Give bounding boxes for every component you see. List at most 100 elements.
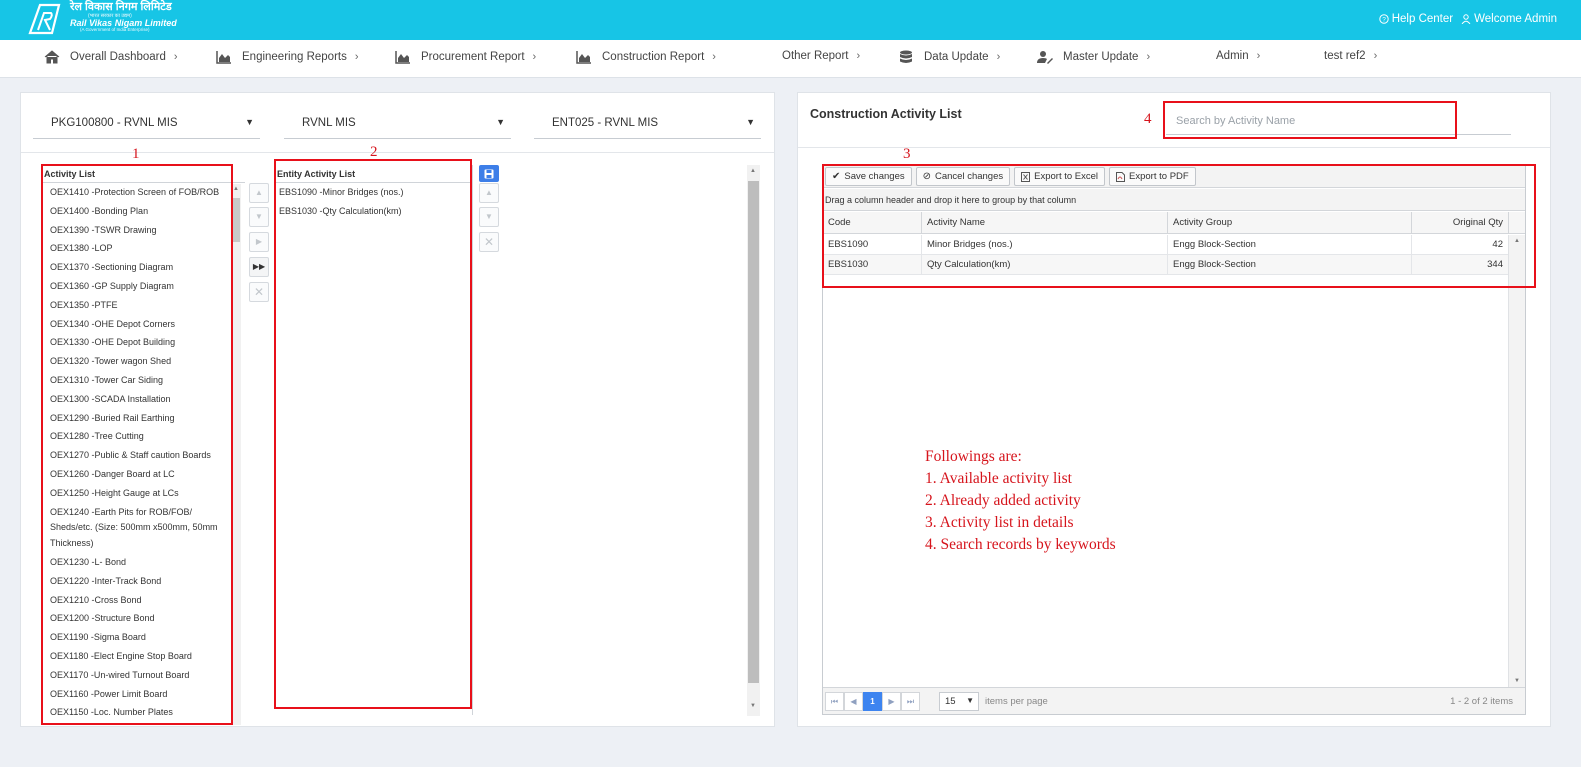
transfer-all-button[interactable]: ▶▶ — [249, 257, 269, 277]
pager-info: 1 - 2 of 2 items — [1450, 696, 1513, 707]
annotation-text: Followings are: 1. Available activity li… — [925, 446, 1116, 556]
entity-move-up-button[interactable]: ▲ — [479, 183, 499, 203]
area-chart-icon — [576, 51, 591, 64]
entity-move-down-button[interactable]: ▼ — [479, 207, 499, 227]
double-arrow-right-icon: ▶▶ — [252, 262, 266, 271]
first-page-button[interactable]: ⏮ — [825, 692, 844, 711]
chevron-right-icon: › — [173, 51, 178, 63]
nav-master-update[interactable]: Master Update › — [1037, 50, 1150, 64]
annotation-box-3 — [822, 164, 1536, 288]
grid-scrollbar[interactable]: ▲ ▼ — [1508, 235, 1525, 687]
package-select[interactable]: PKG100800 - RVNL MIS ▼ — [33, 107, 260, 139]
arrow-right-icon: ▶ — [255, 237, 263, 246]
page-size-select[interactable]: 15 ▼ — [939, 692, 979, 711]
chevron-right-icon: › — [856, 50, 861, 62]
caret-down-icon: ▼ — [496, 117, 505, 127]
main-nav: Overall Dashboard › Engineering Reports › … — [0, 40, 1581, 78]
prev-page-button[interactable]: ◀ — [844, 692, 863, 711]
chevron-right-icon: › — [354, 51, 359, 63]
entity-select-value: ENT025 - RVNL MIS — [552, 117, 659, 129]
welcome-user[interactable]: Welcome Admin — [1461, 13, 1557, 25]
floppy-disk-icon — [484, 169, 494, 179]
svg-text:?: ? — [1382, 17, 1386, 24]
nav-other-report[interactable]: Other Report › — [782, 50, 860, 62]
annotation-line: Followings are: — [925, 448, 1022, 465]
arrow-down-icon: ▼ — [255, 212, 263, 221]
organization-select[interactable]: RVNL MIS ▼ — [284, 107, 511, 139]
annotation-line: 3. Activity list in details — [925, 514, 1074, 531]
annotation-line: 4. Search records by keywords — [925, 536, 1116, 553]
transfer-to-button[interactable]: ▶ — [249, 232, 269, 252]
user-edit-icon — [1037, 51, 1053, 64]
nav-label: Data Update — [924, 51, 989, 63]
arrow-up-icon: ▲ — [485, 188, 493, 197]
entity-remove-button[interactable]: ✕ — [479, 232, 499, 252]
save-assignment-button[interactable] — [479, 165, 499, 182]
annotation-box-1 — [41, 164, 233, 725]
panel-scrollbar[interactable]: ▲ ▼ — [747, 165, 760, 716]
chevron-right-icon: › — [712, 51, 716, 63]
next-page-button[interactable]: ▶ — [882, 692, 901, 711]
grid-pager: ⏮ ◀ 1 ▶ ⏭ 15 ▼ items per page 1 - 2 of 2… — [823, 687, 1525, 714]
close-icon: ✕ — [253, 285, 265, 299]
help-center-link[interactable]: ? Help Center — [1379, 13, 1453, 25]
scroll-down-icon[interactable]: ▼ — [750, 703, 756, 709]
current-page-button[interactable]: 1 — [863, 692, 882, 711]
annotation-box-4 — [1163, 101, 1457, 139]
last-page-button[interactable]: ⏭ — [901, 692, 920, 711]
activity-assignment-panel: PKG100800 - RVNL MIS ▼ RVNL MIS ▼ ENT025… — [20, 92, 775, 727]
nav-label: Overall Dashboard — [70, 51, 166, 63]
chevron-right-icon: › — [996, 51, 1001, 63]
move-down-button[interactable]: ▼ — [249, 207, 269, 227]
annotation-number-2: 2 — [370, 144, 378, 160]
brand-hindi-sub: (भारत सरकार का उद्यम) — [88, 12, 132, 19]
caret-down-icon: ▼ — [245, 117, 254, 127]
panel-title: Construction Activity List — [810, 107, 962, 121]
arrow-down-icon: ▼ — [485, 212, 493, 221]
nav-label: test ref2 — [1324, 50, 1366, 62]
caret-down-icon: ▼ — [746, 117, 755, 127]
caret-down-icon: ▼ — [966, 696, 974, 705]
nav-procurement-report[interactable]: Procurement Report › — [395, 50, 536, 64]
database-icon — [900, 50, 912, 63]
area-chart-icon — [216, 51, 231, 64]
area-chart-icon — [395, 51, 410, 64]
nav-label: Engineering Reports — [242, 51, 347, 63]
package-select-value: PKG100800 - RVNL MIS — [51, 117, 178, 129]
brand-text: रेल विकास निगम लिमिटेड (भारत सरकार का उद… — [70, 1, 177, 33]
nav-test-ref2[interactable]: test ref2 › — [1324, 50, 1377, 62]
chevron-right-icon: › — [1373, 50, 1378, 62]
move-up-button[interactable]: ▲ — [249, 183, 269, 203]
help-center-label: Help Center — [1391, 13, 1454, 25]
nav-admin[interactable]: Admin › — [1216, 50, 1260, 62]
organization-select-value: RVNL MIS — [302, 117, 356, 129]
scroll-up-icon[interactable]: ▲ — [233, 186, 239, 192]
close-icon: ✕ — [483, 235, 495, 249]
top-right-links: ? Help Center Welcome Admin — [1379, 13, 1557, 25]
user-icon — [1461, 14, 1471, 24]
scrollbar-thumb[interactable] — [748, 181, 759, 683]
scroll-down-icon[interactable]: ▼ — [1514, 678, 1520, 684]
annotation-box-2 — [274, 159, 472, 709]
entity-select[interactable]: ENT025 - RVNL MIS ▼ — [534, 107, 761, 139]
annotation-line: 2. Already added activity — [925, 492, 1081, 509]
arrow-up-icon: ▲ — [255, 188, 263, 197]
nav-engineering-reports[interactable]: Engineering Reports › — [216, 50, 359, 64]
chevron-right-icon: › — [532, 51, 537, 63]
nav-data-update[interactable]: Data Update › — [898, 50, 1000, 64]
annotation-number-1: 1 — [132, 146, 140, 162]
annotation-number-3: 3 — [903, 146, 911, 162]
annotation-line: 1. Available activity list — [925, 470, 1072, 487]
scroll-up-icon[interactable]: ▲ — [750, 168, 756, 174]
nav-overall-dashboard[interactable]: Overall Dashboard › — [44, 50, 178, 64]
brand-hindi: रेल विकास निगम लिमिटेड — [70, 1, 172, 13]
welcome-label: Welcome Admin — [1474, 13, 1557, 25]
chevron-right-icon: › — [1256, 50, 1261, 62]
question-circle-icon: ? — [1379, 14, 1389, 24]
remove-button[interactable]: ✕ — [249, 282, 269, 302]
scrollbar-thumb[interactable] — [232, 198, 240, 242]
nav-construction-report[interactable]: Construction Report › — [576, 50, 716, 64]
nav-label: Master Update — [1063, 51, 1139, 63]
nav-label: Procurement Report — [421, 51, 525, 63]
brand-english-sub: (A Government of India Enterprise) — [80, 27, 150, 33]
